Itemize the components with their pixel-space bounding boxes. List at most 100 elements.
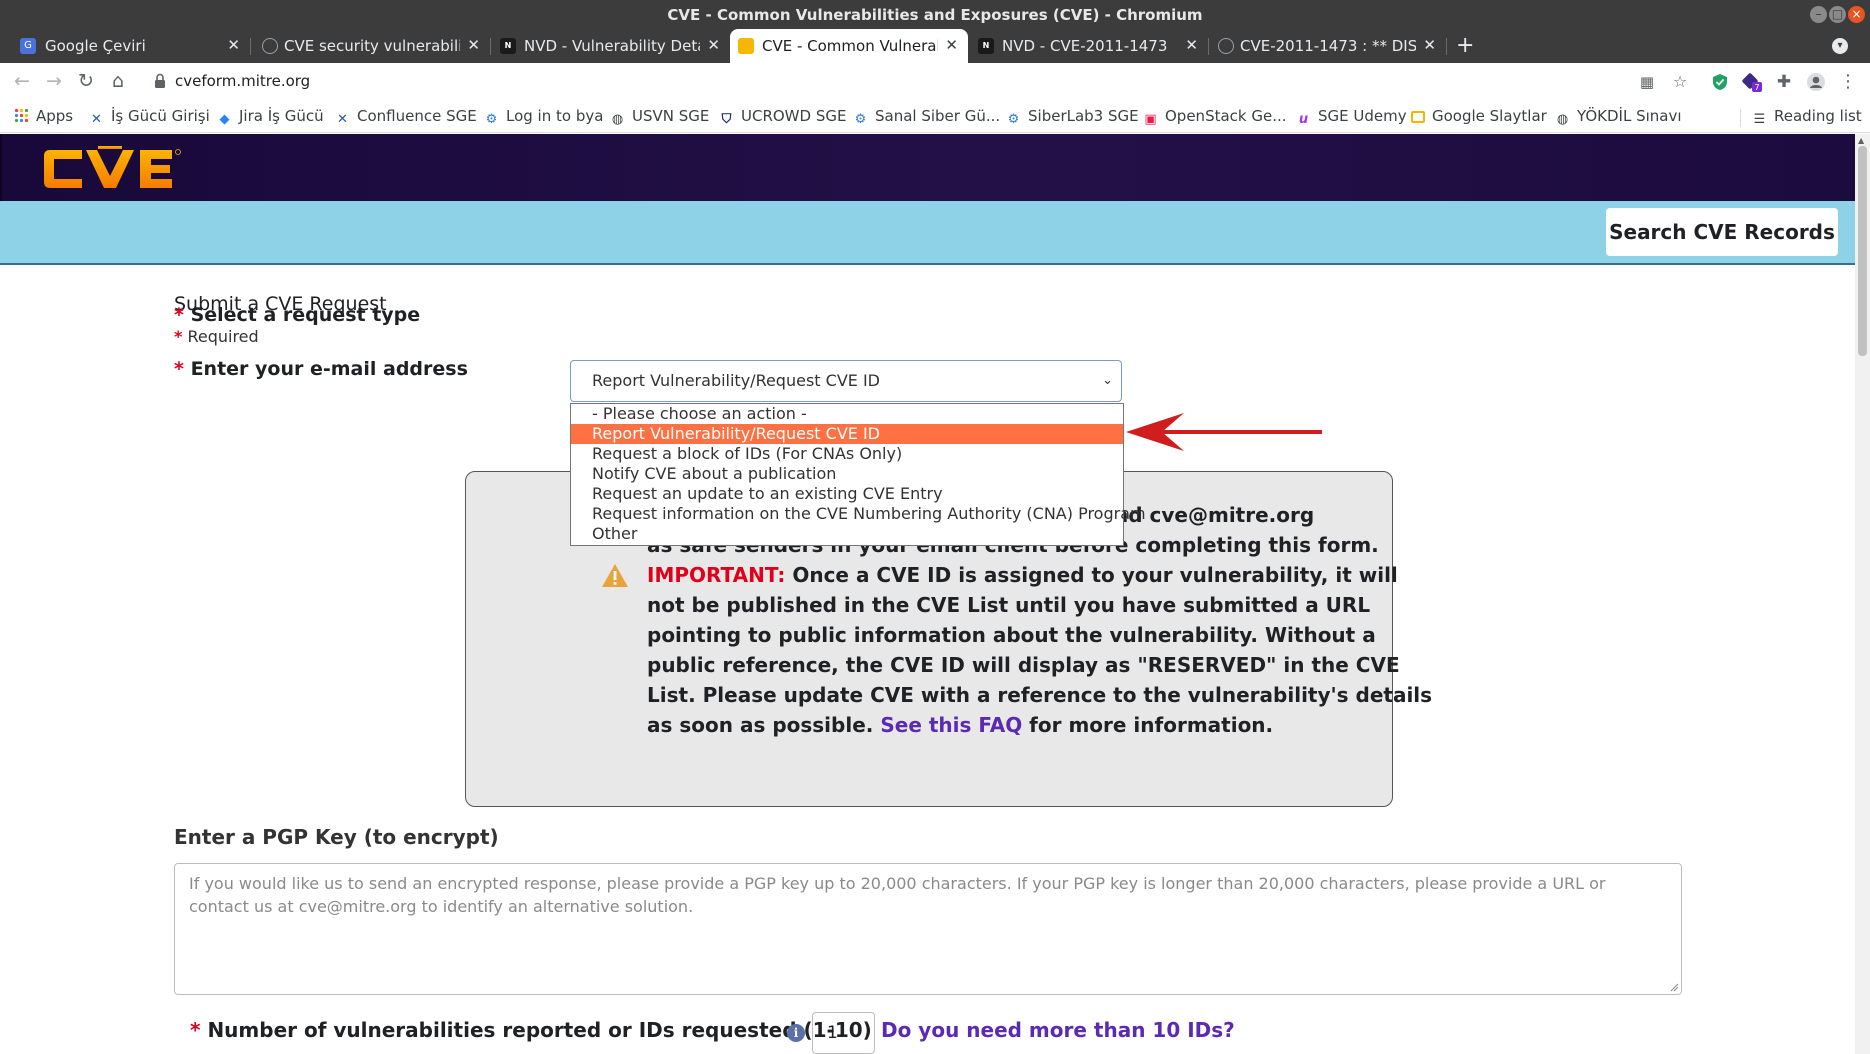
reload-button[interactable]: ↻ bbox=[74, 69, 98, 93]
new-tab-button[interactable]: + bbox=[1456, 33, 1474, 58]
bookmark-star-icon[interactable]: ☆ bbox=[1670, 72, 1690, 92]
notice-line: not be published in the CVE List until y… bbox=[647, 593, 1371, 617]
page-content: Search CVE Records Submit a CVE Request … bbox=[0, 134, 1855, 1054]
num-vulnerabilities-input[interactable]: 1 bbox=[812, 1012, 875, 1054]
bookmark-ucrowd-sge[interactable]: ⛉ UCROWD SGE bbox=[719, 107, 847, 127]
bookmark-siberlab3-sge[interactable]: ⚙ SiberLab3 SGE bbox=[1006, 107, 1139, 127]
bookmark-label: Jira İş Gücü bbox=[239, 107, 324, 125]
bookmark-label: Reading list bbox=[1774, 107, 1862, 125]
back-button[interactable]: ← bbox=[10, 69, 34, 93]
more-than-10-ids-link[interactable]: Do you need more than 10 IDs? bbox=[881, 1018, 1235, 1042]
tab-google-translate[interactable]: G Google Çeviri ✕ bbox=[0, 29, 251, 63]
browser-toolbar: ← → ↻ ⌂ cveform.mitre.org ▦ ☆ 7 ✚ ⋮ bbox=[0, 63, 1870, 101]
required-note-text: Required bbox=[187, 327, 259, 346]
cve-logo[interactable] bbox=[40, 146, 210, 192]
tab-close-icon[interactable]: ✕ bbox=[467, 36, 480, 54]
num-vulnerabilities-label-text: Number of vulnerabilities reported or ID… bbox=[207, 1018, 872, 1042]
bookmark-yokdil-sinavi[interactable]: ◍ YÖKDİL Sınavı bbox=[1555, 107, 1682, 127]
bookmark-google-slaytlar[interactable]: Google Slaytlar bbox=[1411, 107, 1547, 125]
option-report-vulnerability[interactable]: Report Vulnerability/Request CVE ID bbox=[571, 424, 1123, 444]
option-request-cna-info[interactable]: Request information on the CVE Numbering… bbox=[571, 504, 1146, 524]
option-request-block-of-ids[interactable]: Request a block of IDs (For CNAs Only) bbox=[571, 444, 1123, 464]
site-header bbox=[0, 134, 1855, 201]
address-bar[interactable]: cveform.mitre.org bbox=[175, 72, 310, 90]
apps-grid-icon bbox=[14, 108, 29, 123]
browser-menu-icon[interactable]: ⋮ bbox=[1838, 72, 1858, 92]
bya-icon: ⚙ bbox=[485, 112, 498, 127]
close-window-button[interactable]: × bbox=[1848, 6, 1865, 23]
resize-grip-icon[interactable] bbox=[1669, 982, 1679, 992]
maximize-button[interactable]: □ bbox=[1829, 6, 1846, 23]
bookmark-jira-is-gucu[interactable]: ◆ Jira İş Gücü bbox=[217, 107, 324, 127]
bookmark-label: USVN SGE bbox=[632, 107, 710, 125]
pgp-key-label: Enter a PGP Key (to encrypt) bbox=[174, 825, 499, 849]
bookmark-label: Log in to bya bbox=[506, 107, 604, 125]
bookmark-label: SGE Udemy bbox=[1318, 107, 1407, 125]
tab-close-icon[interactable]: ✕ bbox=[945, 36, 958, 54]
tab-cve-2011-1473-disputed[interactable]: CVE-2011-1473 : ** DISPU ✕ bbox=[1208, 29, 1447, 63]
nvd-icon: N bbox=[978, 38, 994, 54]
tab-cve-security-vulnerability[interactable]: CVE security vulnerability ✕ bbox=[250, 29, 491, 63]
tab-label: NVD - Vulnerability Detail bbox=[524, 37, 700, 55]
tab-strip: G Google Çeviri ✕ CVE security vulnerabi… bbox=[0, 29, 1870, 63]
extensions-puzzle-icon[interactable]: ✚ bbox=[1774, 72, 1794, 92]
bookmark-log-in-to-bya[interactable]: ⚙ Log in to bya bbox=[484, 107, 604, 127]
bookmark-sanal-siber[interactable]: ⚙ Sanal Siber Gü... bbox=[853, 107, 1000, 127]
bookmark-label: UCROWD SGE bbox=[741, 107, 847, 125]
bookmark-usvn-sge[interactable]: ◍ USVN SGE bbox=[610, 107, 710, 127]
tab-cve-common-vulnerabilities[interactable]: CVE - Common Vulnerabil ✕ bbox=[730, 29, 968, 63]
num-vulnerabilities-label: * Number of vulnerabilities reported or … bbox=[190, 1018, 872, 1042]
search-cve-records-button[interactable]: Search CVE Records bbox=[1606, 208, 1838, 256]
scrollbar-thumb[interactable] bbox=[1858, 146, 1867, 356]
page-scrollbar[interactable]: ▲ bbox=[1855, 134, 1870, 1054]
request-type-label: * Select a request type bbox=[174, 304, 420, 326]
qr-code-icon[interactable]: ▦ bbox=[1637, 72, 1657, 92]
lock-icon[interactable] bbox=[154, 73, 166, 89]
tab-nvd-vulnerability-detail[interactable]: N NVD - Vulnerability Detail ✕ bbox=[490, 29, 730, 63]
option-other[interactable]: Other bbox=[571, 524, 1123, 544]
faq-link[interactable]: See this FAQ bbox=[880, 713, 1022, 737]
home-button[interactable]: ⌂ bbox=[106, 69, 130, 93]
tab-close-icon[interactable]: ✕ bbox=[227, 36, 240, 54]
request-type-select[interactable]: Report Vulnerability/Request CVE ID ⌄ bbox=[570, 360, 1122, 402]
tab-close-icon[interactable]: ✕ bbox=[1423, 36, 1436, 54]
reading-list-button[interactable]: ☰ Reading list bbox=[1752, 107, 1862, 127]
profile-avatar-icon[interactable] bbox=[1806, 72, 1826, 92]
bookmark-label: Sanal Siber Gü... bbox=[875, 107, 1001, 125]
required-note: * Required bbox=[174, 327, 259, 346]
required-star: * bbox=[174, 327, 183, 346]
option-please-choose[interactable]: - Please choose an action - bbox=[571, 404, 1123, 424]
openstack-icon: ▣ bbox=[1144, 112, 1157, 127]
notice-text-fragment: as soon as possible. bbox=[647, 713, 881, 737]
nvd-icon: N bbox=[500, 38, 516, 54]
notice-text-fragment: for more information. bbox=[1022, 713, 1274, 737]
bookmark-sge-udemy[interactable]: u SGE Udemy bbox=[1296, 107, 1407, 127]
pgp-key-textarea[interactable]: If you would like us to send an encrypte… bbox=[174, 863, 1682, 995]
confluence-icon: ✕ bbox=[337, 112, 348, 127]
extension-badge-icon[interactable]: 7 bbox=[1742, 72, 1762, 92]
option-request-update[interactable]: Request an update to an existing CVE Ent… bbox=[571, 484, 1123, 504]
option-notify-publication[interactable]: Notify CVE about a publication bbox=[571, 464, 1123, 484]
forward-button[interactable]: → bbox=[42, 69, 66, 93]
request-type-selected-value: Report Vulnerability/Request CVE ID bbox=[592, 371, 880, 390]
scroll-up-arrow-icon[interactable]: ▲ bbox=[1858, 136, 1864, 145]
bya-icon: ⚙ bbox=[1007, 112, 1020, 127]
bookmark-apps[interactable]: Apps bbox=[14, 107, 73, 125]
bookmark-confluence-sge[interactable]: ✕ Confluence SGE bbox=[335, 107, 477, 127]
tab-label: NVD - CVE-2011-1473 bbox=[1002, 37, 1168, 55]
bookmark-openstack[interactable]: ▣ OpenStack Ge... bbox=[1143, 107, 1286, 127]
tab-nvd-cve-2011-1473[interactable]: N NVD - CVE-2011-1473 ✕ bbox=[968, 29, 1209, 63]
shield-extension-icon[interactable] bbox=[1710, 72, 1730, 92]
shield-icon: ⛉ bbox=[721, 112, 732, 127]
bookmark-label: Apps bbox=[36, 107, 74, 125]
minimize-button[interactable]: – bbox=[1810, 6, 1827, 23]
tab-close-icon[interactable]: ✕ bbox=[1185, 36, 1198, 54]
info-icon[interactable]: i bbox=[787, 1024, 805, 1042]
tab-search-icon[interactable]: ▾ bbox=[1832, 38, 1848, 54]
window-title-bar: CVE - Common Vulnerabilities and Exposur… bbox=[0, 0, 1870, 29]
tab-close-icon[interactable]: ✕ bbox=[707, 36, 720, 54]
globe-icon: ◍ bbox=[611, 112, 624, 127]
bookmark-is-gucu-girisi[interactable]: ✕ İş Gücü Girişi bbox=[89, 107, 210, 127]
tab-label: Google Çeviri bbox=[45, 37, 146, 55]
tab-separator bbox=[1446, 38, 1447, 55]
